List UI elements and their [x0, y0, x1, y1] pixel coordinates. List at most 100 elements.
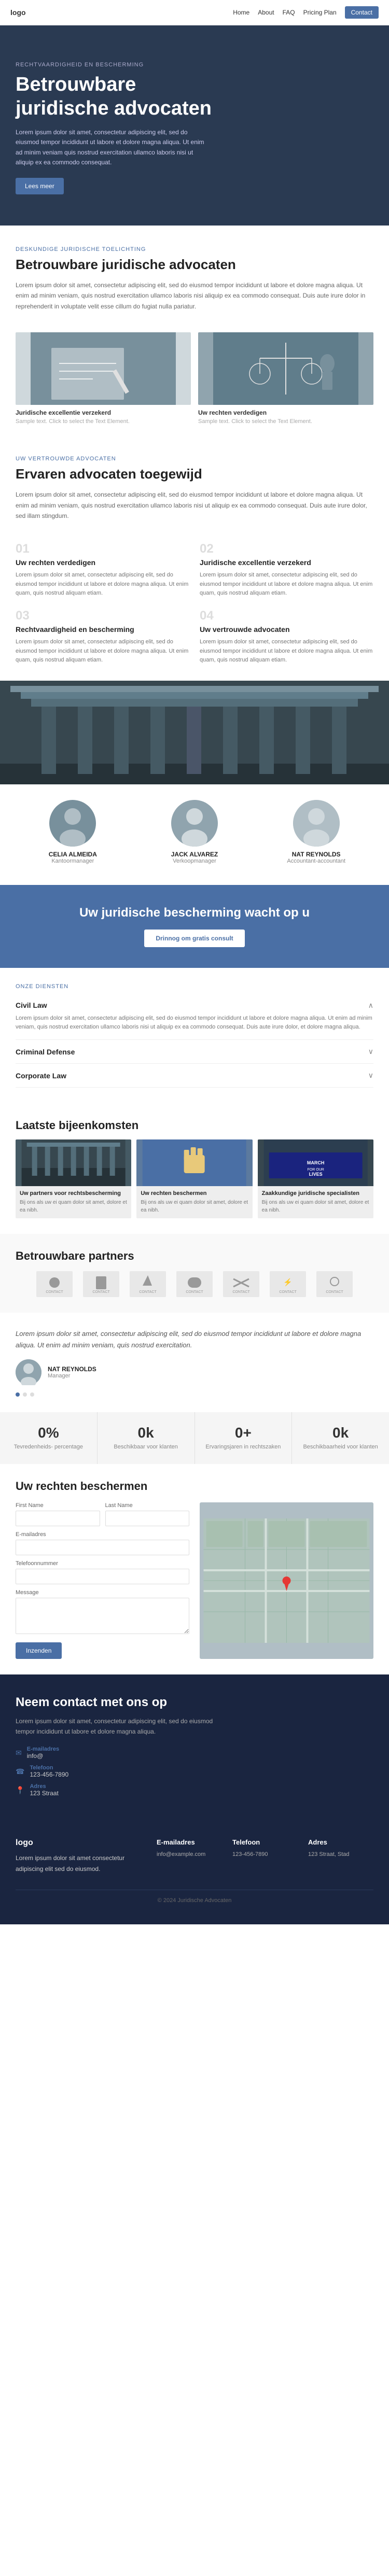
services-section: ONZE DIENSTEN Civil Law ∧ Lorem ipsum do…: [0, 968, 389, 1103]
feature-item-1: 01 Uw rechten verdedigen Lorem ipsum dol…: [16, 542, 189, 598]
stat-num-3: 0+: [203, 1425, 284, 1441]
event-img-1: [16, 1139, 131, 1186]
partner-logo-4: CONTACT: [176, 1271, 213, 1297]
testimonial-section: Lorem ipsum dolor sit amet, consectetur …: [0, 1313, 389, 1412]
form-submit-button[interactable]: Inzenden: [16, 1642, 62, 1659]
svg-text:⚡: ⚡: [283, 1278, 292, 1287]
email-label: E-mailadres: [16, 1531, 189, 1538]
team-avatar-2: [171, 800, 218, 847]
footer-brand-col: logo Lorem ipsum dolor sit amet consecte…: [16, 1838, 146, 1874]
services-tag: ONZE DIENSTEN: [16, 983, 373, 990]
feature-title-2: Juridische excellentie verzekerd: [200, 558, 373, 567]
nav-faq[interactable]: FAQ: [283, 9, 295, 16]
team-avatar-3: [293, 800, 340, 847]
partner-logo-6: ⚡ CONTACT: [270, 1271, 306, 1297]
testimonial-dot-2[interactable]: [23, 1392, 27, 1397]
form-name-row: First Name Last Name: [16, 1502, 189, 1526]
event-card-2: Uw rechten beschermen Bij ons als uw ei …: [136, 1139, 252, 1218]
phone-icon: ☎: [16, 1767, 24, 1776]
svg-text:CONTACT: CONTACT: [232, 1290, 250, 1294]
nav-pricing[interactable]: Pricing Plan: [303, 9, 337, 16]
svg-text:CONTACT: CONTACT: [279, 1290, 297, 1294]
location-icon: 📍: [16, 1786, 24, 1795]
cta-button[interactable]: Drinnog om gratis consult: [144, 930, 244, 947]
footer-col-1: E-mailadres info@example.com: [157, 1838, 222, 1874]
svg-text:CONTACT: CONTACT: [186, 1290, 203, 1294]
testimonial-dot-1[interactable]: [16, 1392, 20, 1397]
cta-title: Uw juridische bescherming wacht op u: [16, 906, 373, 920]
img-card-2: Uw rechten verdedigen Sample text. Click…: [198, 332, 373, 425]
phone-input[interactable]: [16, 1569, 189, 1584]
partner-logo-7: CONTACT: [316, 1271, 353, 1297]
team-card-3: NAT REYNOLDS Accountant-accountant: [277, 800, 355, 864]
nav-about[interactable]: About: [258, 9, 274, 16]
stat-num-1: 0%: [8, 1425, 89, 1441]
email-input[interactable]: [16, 1540, 189, 1555]
firstname-label: First Name: [16, 1502, 100, 1509]
testimonial-text: Lorem ipsum dolor sit amet, consectetur …: [16, 1328, 373, 1351]
testimonial-role: Manager: [48, 1373, 96, 1379]
feature-num-2: 02: [200, 542, 373, 556]
feature-title-3: Rechtvaardigheid en bescherming: [16, 625, 189, 634]
svg-text:CONTACT: CONTACT: [46, 1290, 63, 1294]
cta-section: Uw juridische bescherming wacht op u Dri…: [0, 885, 389, 968]
event-text-2: Bij ons als uw ei quam dolor sit amet, d…: [141, 1199, 248, 1214]
service-item-1[interactable]: Civil Law ∧ Lorem ipsum dolor sit amet, …: [16, 994, 373, 1040]
footer-email-link[interactable]: info@example.com: [157, 1851, 222, 1857]
message-textarea[interactable]: [16, 1598, 189, 1634]
team-name-1: CELIA ALMEIDA: [49, 851, 97, 858]
footer-address-label: Adres: [30, 1783, 58, 1790]
lastname-input[interactable]: [105, 1511, 190, 1526]
event-body-3: Zaakkundige juridische specialisten Bij …: [258, 1186, 373, 1218]
navbar: logo Home About FAQ Pricing Plan Contact: [0, 0, 389, 25]
footer-contact-details: ✉ E-mailadres info@ ☎ Telefoon 123-456-7…: [16, 1746, 373, 1797]
event-text-3: Bij ons als uw ei quam dolor sit amet, d…: [262, 1199, 369, 1214]
testimonial-dots: [16, 1392, 373, 1397]
intro-text: Lorem ipsum dolor sit amet, consectetur …: [16, 280, 373, 312]
email-icon: ✉: [16, 1749, 22, 1757]
hero-text: Lorem ipsum dolor sit amet, consectetur …: [16, 128, 213, 167]
svg-text:CONTACT: CONTACT: [326, 1290, 343, 1294]
service-name-1: Civil Law: [16, 1001, 47, 1009]
testimonial-info: NAT REYNOLDS Manager: [48, 1366, 96, 1379]
footer-phone-link[interactable]: 123-456-7890: [232, 1851, 298, 1857]
contact-grid: First Name Last Name E-mailadres Telefoo…: [16, 1502, 373, 1659]
stat-num-2: 0k: [106, 1425, 186, 1441]
stat-item-2: 0k Beschikbaar voor klanten: [98, 1412, 195, 1463]
footer-brand-text: Lorem ipsum dolor sit amet consectetur a…: [16, 1853, 146, 1874]
service-item-3[interactable]: Corporate Law ∨: [16, 1064, 373, 1088]
testimonial-dot-3[interactable]: [30, 1392, 34, 1397]
firstname-input[interactable]: [16, 1511, 100, 1526]
service-item-2[interactable]: Criminal Defense ∨: [16, 1040, 373, 1064]
stat-label-3: Ervaringsjaren in rechtszaken: [203, 1443, 284, 1451]
testimonial-name: NAT REYNOLDS: [48, 1366, 96, 1373]
footer-bottom: © 2024 Juridische Advocaten: [16, 1890, 373, 1904]
form-field-email: E-mailadres: [16, 1531, 189, 1555]
nav-links: Home About FAQ Pricing Plan Contact: [233, 6, 379, 19]
feature-num-4: 04: [200, 609, 373, 623]
events-grid: Uw partners voor rechtsbescherming Bij o…: [16, 1139, 373, 1218]
nav-home[interactable]: Home: [233, 9, 249, 16]
event-text-1: Bij ons als uw ei quam dolor sit amet, d…: [20, 1199, 127, 1214]
partner-logo-5: CONTACT: [223, 1271, 259, 1297]
hero-section: RECHTVAARDIGHEID EN BESCHERMING Betrouwb…: [0, 25, 389, 226]
advocates-text: Lorem ipsum dolor sit amet, consectetur …: [16, 489, 373, 521]
svg-text:LIVES: LIVES: [309, 1172, 322, 1177]
stat-label-1: Tevredenheids- percentage: [8, 1443, 89, 1451]
hero-title: Betrouwbare juridische advocaten: [16, 73, 233, 120]
event-title-3: Zaakkundige juridische specialisten: [262, 1190, 369, 1196]
footer-email-label: E-mailadres: [27, 1746, 59, 1752]
partners-section: Betrouwbare partners CONTACT CONTACT CON…: [0, 1234, 389, 1313]
events-title: Laatste bijeenkomsten: [16, 1119, 373, 1132]
feature-title-1: Uw rechten verdedigen: [16, 558, 189, 567]
feature-grid: 01 Uw rechten verdedigen Lorem ipsum dol…: [0, 537, 389, 681]
footer-phone-row: ☎ Telefoon 123-456-7890: [16, 1765, 373, 1778]
feature-title-4: Uw vertrouwde advocaten: [200, 625, 373, 634]
feature-text-2: Lorem ipsum dolor sit amet, consectetur …: [200, 571, 373, 598]
service-header-2: Criminal Defense ∨: [16, 1047, 373, 1056]
partner-logo-1: CONTACT: [36, 1271, 73, 1297]
service-name-3: Corporate Law: [16, 1072, 66, 1080]
intro-section: DESKUNDIGE JURIDISCHE TOELICHTING Betrou…: [0, 226, 389, 332]
hero-cta-button[interactable]: Lees meer: [16, 178, 64, 194]
nav-cta-button[interactable]: Contact: [345, 6, 379, 19]
